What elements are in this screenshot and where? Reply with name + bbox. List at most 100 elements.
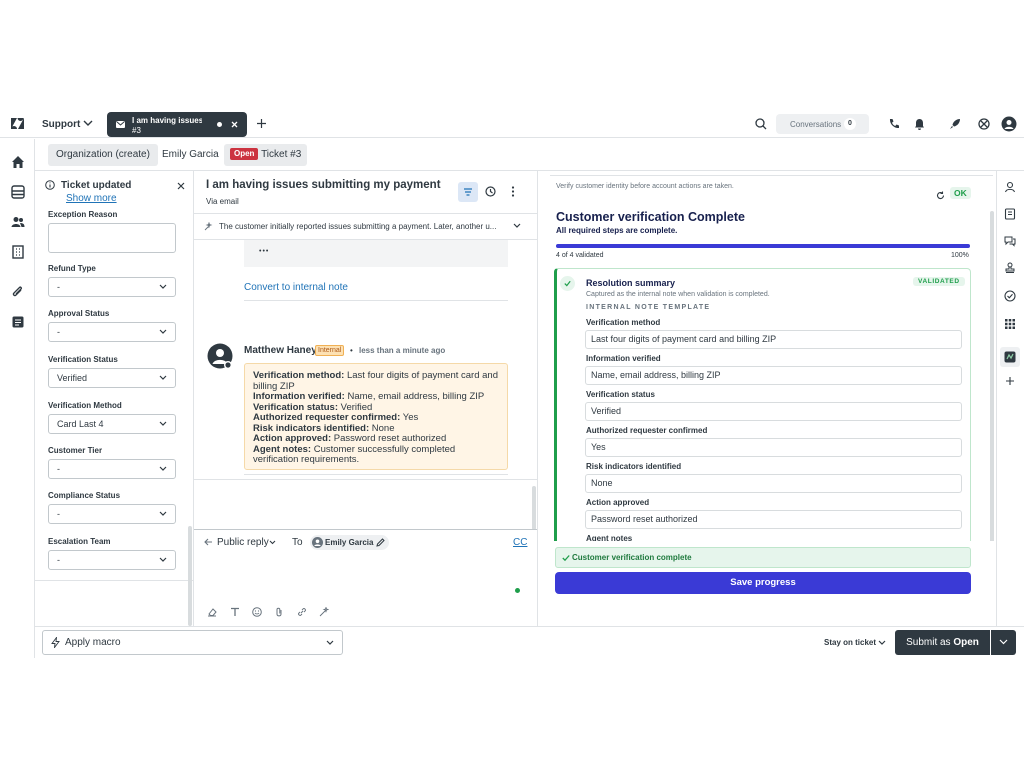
scrollbar[interactable] xyxy=(532,486,536,530)
verification-method-value: Card Last 4 xyxy=(57,419,104,429)
exception-reason-input[interactable] xyxy=(48,223,176,253)
note-key: Authorized requester confirmed: xyxy=(253,412,401,423)
link-icon[interactable] xyxy=(297,607,307,617)
ticket-app-tab[interactable]: I am having issues s... #3 xyxy=(107,112,247,137)
comment-author[interactable]: Matthew Haney xyxy=(244,345,317,356)
comment-timestamp: less than a minute ago xyxy=(359,346,446,355)
approval-status-select[interactable]: - xyxy=(48,322,176,342)
chevron-down-icon xyxy=(999,639,1008,645)
verification-method-field[interactable]: Last four digits of payment card and bil… xyxy=(585,330,962,349)
chevron-down-icon[interactable] xyxy=(269,540,276,545)
reporting-icon[interactable] xyxy=(11,315,25,329)
user-profile-icon[interactable] xyxy=(1004,181,1016,193)
risk-indicators-field[interactable]: None xyxy=(585,474,962,493)
close-icon[interactable] xyxy=(177,182,185,190)
attachment-icon[interactable] xyxy=(275,607,283,617)
chevron-down-icon[interactable] xyxy=(878,640,886,646)
refresh-icon[interactable] xyxy=(936,191,945,200)
submit-button[interactable]: Submit as Open xyxy=(895,630,990,655)
verification-method-select[interactable]: Card Last 4 xyxy=(48,414,176,434)
reply-body-input[interactable] xyxy=(204,556,524,601)
search-icon[interactable] xyxy=(755,118,767,130)
convert-to-internal-note-link[interactable]: Convert to internal note xyxy=(244,282,348,293)
text-format-icon[interactable] xyxy=(230,607,240,617)
eraser-icon[interactable] xyxy=(207,607,217,617)
stay-on-ticket-select[interactable]: Stay on ticket xyxy=(824,638,876,647)
info-icon xyxy=(45,180,55,190)
chat-bubbles-icon[interactable] xyxy=(1004,235,1016,247)
apps-icon[interactable] xyxy=(978,118,990,130)
authorized-requester-field[interactable]: Yes xyxy=(585,438,962,457)
note-value: None xyxy=(369,422,395,434)
app-footer: Customer verification complete Save prog… xyxy=(538,541,996,626)
expand-message-button[interactable]: ••• xyxy=(259,248,269,255)
to-label: To xyxy=(292,537,303,548)
submit-options-button[interactable] xyxy=(991,630,1016,655)
attachment-icon[interactable] xyxy=(11,285,25,299)
verification-status-field[interactable]: Verified xyxy=(585,402,962,421)
filter-icon xyxy=(464,188,472,196)
knowledge-book-icon[interactable] xyxy=(1004,208,1016,220)
notifications-bell-icon[interactable] xyxy=(914,118,925,130)
field-label-approval-status: Approval Status xyxy=(48,309,110,318)
edit-pencil-icon[interactable] xyxy=(376,538,385,547)
row-label: Information verified xyxy=(586,354,661,363)
active-app-button[interactable] xyxy=(1000,347,1020,367)
apply-macro-select[interactable]: Apply macro xyxy=(42,630,343,655)
close-icon[interactable] xyxy=(231,121,238,128)
cc-link[interactable]: CC xyxy=(513,537,527,548)
divider xyxy=(35,580,193,581)
chevron-down-icon xyxy=(159,511,167,516)
show-more-link[interactable]: Show more xyxy=(66,193,117,204)
add-tab-icon[interactable] xyxy=(256,118,267,129)
verification-status-select[interactable]: Verified xyxy=(48,368,176,388)
information-verified-field[interactable]: Name, email address, billing ZIP xyxy=(585,366,962,385)
check-circle-icon[interactable] xyxy=(1004,290,1016,302)
views-icon[interactable] xyxy=(11,185,25,199)
conversations-button[interactable]: Conversations 0 xyxy=(776,114,869,134)
ticket-channel: Via email xyxy=(206,197,239,206)
reply-arrow-icon xyxy=(204,538,212,546)
phone-icon[interactable] xyxy=(888,118,900,130)
tab-organization[interactable]: Organization (create) xyxy=(48,144,158,166)
ai-magic-icon[interactable] xyxy=(319,607,329,617)
user-avatar-icon[interactable] xyxy=(1001,116,1017,132)
online-status-dot xyxy=(515,588,520,593)
refund-type-select[interactable]: - xyxy=(48,277,176,297)
ticket-summary: The customer initially reported issues s… xyxy=(219,222,497,231)
recipient-avatar xyxy=(312,537,323,548)
product-switcher-label[interactable]: Support xyxy=(42,119,80,130)
chevron-down-icon[interactable] xyxy=(83,120,93,127)
note-value: Password reset authorized xyxy=(331,433,447,444)
agent-avatar[interactable] xyxy=(207,343,233,369)
internal-badge: Internal xyxy=(315,345,345,356)
customers-icon[interactable] xyxy=(11,215,25,229)
save-progress-button[interactable]: Save progress xyxy=(555,572,971,594)
reply-type-label[interactable]: Public reply xyxy=(217,537,269,548)
tab-requester[interactable]: Emily Garcia xyxy=(154,144,227,166)
rocket-icon[interactable] xyxy=(949,118,961,130)
organizations-icon[interactable] xyxy=(11,245,25,259)
tab-ticket[interactable]: Open Ticket #3 xyxy=(224,144,308,166)
apply-macro-label: Apply macro xyxy=(65,637,121,648)
add-app-icon[interactable] xyxy=(1004,375,1016,387)
ticket-subject[interactable]: I am having issues submitting my payment xyxy=(206,179,441,191)
home-icon[interactable] xyxy=(11,155,25,169)
compliance-status-select[interactable]: - xyxy=(48,504,176,524)
field-label-customer-tier: Customer Tier xyxy=(48,446,103,455)
apps-grid-icon[interactable] xyxy=(1004,318,1016,330)
chevron-down-icon[interactable] xyxy=(513,223,521,229)
action-approved-field[interactable]: Password reset authorized xyxy=(585,510,962,529)
customer-tier-select[interactable]: - xyxy=(48,459,176,479)
more-options-icon[interactable] xyxy=(511,186,515,197)
escalation-team-select[interactable]: - xyxy=(48,550,176,570)
history-icon[interactable] xyxy=(485,186,496,197)
ticket-tab-label: Ticket #3 xyxy=(261,149,302,160)
filter-events-button[interactable] xyxy=(458,182,478,202)
row-label: Risk indicators identified xyxy=(586,462,682,471)
row-label: Authorized requester confirmed xyxy=(586,426,708,435)
stamp-icon[interactable] xyxy=(1004,262,1016,274)
scrollbar[interactable] xyxy=(188,526,192,626)
emoji-icon[interactable] xyxy=(252,607,262,617)
zendesk-logo-icon[interactable] xyxy=(11,118,24,129)
